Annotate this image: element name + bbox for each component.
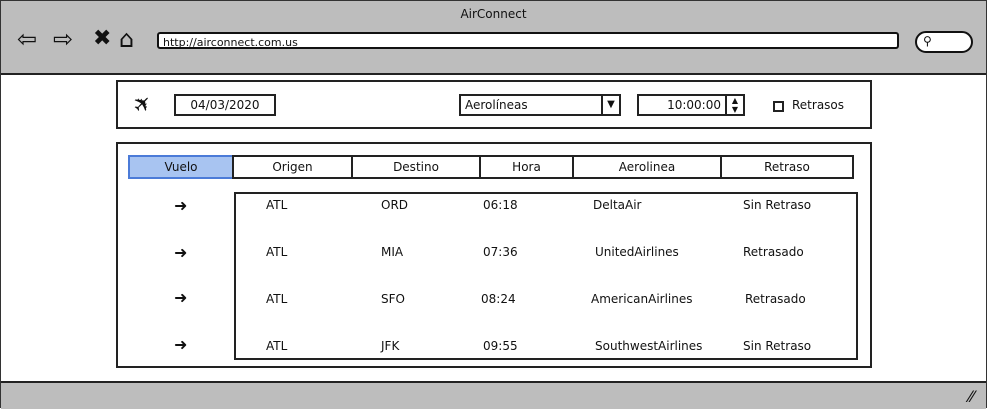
status-bar: ⁄⁄ (1, 381, 986, 409)
close-icon[interactable]: ✖ (93, 27, 111, 51)
table-header: Vuelo Origen Destino Hora Aerolinea Retr… (128, 155, 854, 179)
resize-handle-icon[interactable]: ⁄⁄ (969, 387, 974, 406)
cell-airline: AmericanAirlines (591, 292, 693, 306)
cell-time: 07:36 (483, 245, 518, 259)
cell-origin: ATL (266, 198, 288, 212)
plane-icon: ✈ (127, 89, 159, 120)
column-header-aerolinea[interactable]: Aerolinea (572, 155, 722, 179)
flights-list: ATL ORD 06:18 DeltaAir Sin Retraso ATL M… (234, 192, 858, 360)
cell-time: 09:55 (483, 339, 518, 353)
column-header-origen[interactable]: Origen (232, 155, 353, 179)
titlebar: AirConnect ⇦ ⇨ ✖ ⌂ http://airconnect.com… (1, 1, 986, 75)
chevron-down-icon[interactable]: ▼ (601, 96, 619, 114)
cell-time: 08:24 (481, 292, 516, 306)
cell-airline: SouthwestAirlines (595, 339, 703, 353)
cell-airline: UnitedAirlines (595, 245, 679, 259)
time-value: 10:00:00 (667, 98, 721, 112)
right-arrow-icon[interactable]: ➜ (174, 243, 187, 262)
filter-panel: ✈ 04/03/2020 Aerolíneas ▼ 10:00:00 ▲ ▼ Re… (116, 80, 872, 129)
cell-delay: Retrasado (745, 292, 806, 306)
column-header-destino[interactable]: Destino (351, 155, 481, 179)
cell-delay: Sin Retraso (743, 198, 812, 212)
cell-delay: Sin Retraso (743, 339, 812, 353)
cell-origin: ATL (266, 339, 288, 353)
cell-time: 06:18 (483, 198, 518, 212)
cell-destination: JFK (381, 339, 400, 353)
flights-table-panel: Vuelo Origen Destino Hora Aerolinea Retr… (116, 142, 872, 368)
date-field[interactable]: 04/03/2020 (174, 94, 276, 116)
cell-delay: Retrasado (743, 245, 804, 259)
back-arrow-icon[interactable]: ⇦ (17, 27, 37, 51)
search-button[interactable]: ⚲ (915, 31, 973, 53)
cell-destination: SFO (381, 292, 405, 306)
search-icon: ⚲ (923, 34, 932, 48)
delays-checkbox[interactable] (773, 101, 784, 112)
url-input[interactable]: http://airconnect.com.us (157, 32, 899, 49)
browser-window: AirConnect ⇦ ⇨ ✖ ⌂ http://airconnect.com… (0, 0, 987, 409)
stepper-icon[interactable]: ▲ ▼ (725, 96, 743, 114)
delays-label: Retrasos (792, 98, 845, 112)
cell-airline: DeltaAir (593, 198, 642, 212)
airline-select-value: Aerolíneas (465, 98, 528, 112)
cell-destination: ORD (381, 198, 409, 212)
time-stepper[interactable]: 10:00:00 ▲ ▼ (637, 94, 745, 116)
column-header-hora[interactable]: Hora (479, 155, 574, 179)
column-header-retraso[interactable]: Retraso (720, 155, 854, 179)
forward-arrow-icon[interactable]: ⇨ (53, 27, 73, 51)
right-arrow-icon[interactable]: ➜ (174, 288, 187, 307)
window-title: AirConnect (460, 7, 527, 21)
cell-origin: ATL (266, 245, 288, 259)
right-arrow-icon[interactable]: ➜ (174, 196, 187, 215)
column-header-vuelo[interactable]: Vuelo (128, 155, 234, 179)
cell-destination: MIA (381, 245, 404, 259)
cell-origin: ATL (266, 292, 288, 306)
page-content: ✈ 04/03/2020 Aerolíneas ▼ 10:00:00 ▲ ▼ Re… (1, 75, 986, 381)
airline-select[interactable]: Aerolíneas ▼ (459, 94, 621, 116)
right-arrow-icon[interactable]: ➜ (174, 335, 187, 354)
home-icon[interactable]: ⌂ (119, 27, 134, 51)
